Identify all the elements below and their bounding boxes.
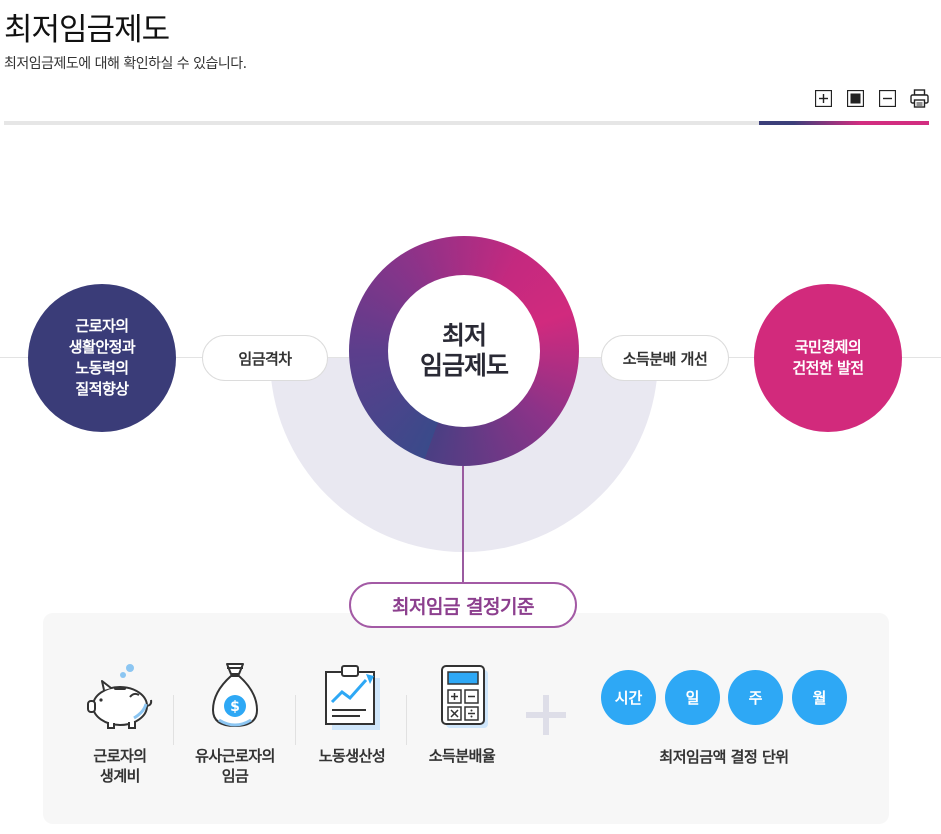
section-divider (4, 121, 929, 125)
unit-month: 월 (792, 670, 847, 725)
zoom-reset-button[interactable] (846, 89, 865, 108)
calculator-icon (441, 665, 488, 728)
label-income-distribution: 소득분배 개선 (601, 335, 729, 381)
unit-day: 일 (665, 670, 720, 725)
criteria-separator (295, 695, 296, 745)
center-ring: 최저 임금제도 (349, 236, 579, 466)
print-button[interactable] (910, 89, 929, 108)
unit-hour: 시간 (601, 670, 656, 725)
criteria-label: 유사근로자의 임금 (195, 747, 275, 785)
piggy-bank-icon (87, 664, 153, 729)
goal-circle-national-economy: 국민경제의 건전한 발전 (754, 284, 902, 432)
criteria-label: 노동생산성 (318, 747, 386, 765)
svg-text:$: $ (230, 699, 240, 715)
printer-icon (910, 89, 929, 108)
plus-icon (526, 695, 566, 735)
toolbar (814, 89, 929, 108)
criteria-title: 최저임금 결정기준 (349, 582, 577, 628)
page-title: 최저임금제도 (4, 12, 170, 48)
units-caption: 최저임금액 결정 단위 (659, 748, 789, 766)
goal-circle-worker-stability: 근로자의 생활안정과 노동력의 질적향상 (28, 284, 176, 432)
criteria-separator (406, 695, 407, 745)
unit-week: 주 (728, 670, 783, 725)
page-description: 최저임금제도에 대해 확인하실 수 있습니다. (4, 56, 247, 72)
connector-line (462, 466, 464, 583)
criteria-item-similar-wage: $ 유사근로자의 임금 (187, 660, 283, 786)
zoom-in-button[interactable] (814, 89, 833, 108)
criteria-separator (173, 695, 174, 745)
criteria-label: 소득분배율 (428, 747, 496, 765)
criteria-item-income-distribution-rate: 소득분배율 (422, 660, 502, 766)
criteria-item-cost-of-living: 근로자의 생계비 (83, 660, 157, 786)
zoom-out-button[interactable] (878, 89, 897, 108)
plus-square-icon (815, 90, 832, 107)
criteria-label: 근로자의 생계비 (93, 747, 147, 785)
section-divider-accent (759, 121, 929, 125)
growth-chart-icon (325, 665, 380, 730)
filled-square-icon (847, 90, 864, 107)
label-wage-gap: 임금격차 (202, 335, 328, 381)
minus-square-icon (879, 90, 896, 107)
money-bag-icon: $ (211, 663, 259, 728)
criteria-item-productivity: 노동생산성 (309, 660, 395, 766)
center-title: 최저 임금제도 (388, 275, 540, 427)
